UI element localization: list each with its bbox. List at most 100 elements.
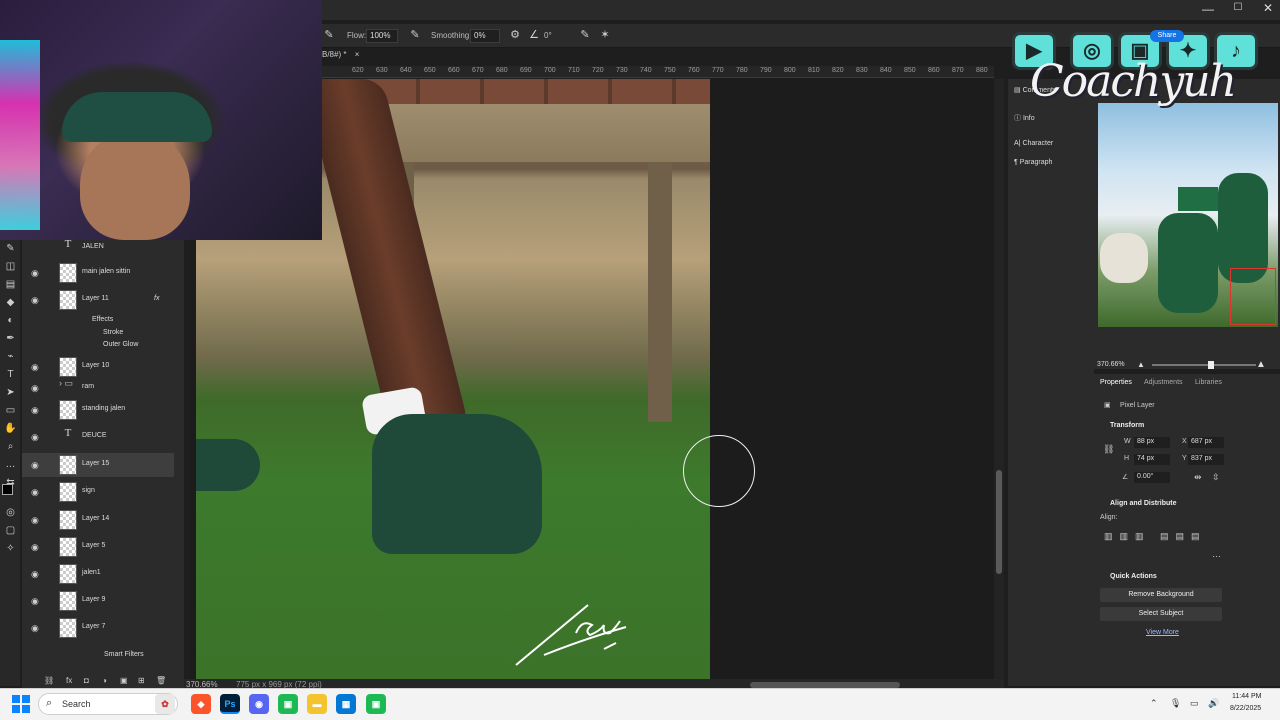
brave-icon[interactable]: ◆ <box>191 694 211 714</box>
layer-name[interactable]: JALEN <box>82 243 104 250</box>
app-icon[interactable]: ▣ <box>278 694 298 714</box>
more-align-icon[interactable]: … <box>1212 549 1221 559</box>
layer-name[interactable]: Layer 7 <box>82 623 105 630</box>
eye-icon[interactable]: ◉ <box>31 596 41 606</box>
remove-background-button[interactable]: Remove Background <box>1100 588 1222 602</box>
new-layer-icon[interactable]: ⊞ <box>138 676 145 685</box>
eye-icon[interactable]: ◉ <box>31 623 41 633</box>
zoom-out-icon[interactable]: ▲ <box>1137 360 1145 369</box>
layer-name[interactable]: standing jalen <box>82 405 125 412</box>
smoothing-input[interactable]: 0% <box>470 29 500 43</box>
x-field[interactable]: 687 px <box>1188 437 1224 448</box>
vertical-scrollbar[interactable] <box>994 79 1004 679</box>
fx-icon[interactable]: fx <box>66 676 72 685</box>
layer-name[interactable]: DEUCE <box>82 432 107 439</box>
symmetry-icon[interactable]: ✶ <box>598 28 612 42</box>
clock-date[interactable]: 8/22/2025 <box>1230 705 1261 712</box>
transform-heading[interactable]: Transform <box>1110 422 1144 429</box>
tab-properties[interactable]: Properties <box>1100 379 1132 386</box>
effect-outer-glow[interactable]: Outer Glow <box>103 341 138 348</box>
layer-name[interactable]: Layer 15 <box>82 460 109 467</box>
hand-tool-icon[interactable]: ✋ <box>4 422 17 435</box>
network-icon[interactable]: ▭ <box>1190 698 1199 709</box>
pen-tool-icon[interactable]: ⌁ <box>4 350 17 363</box>
effect-stroke[interactable]: Stroke <box>103 329 123 336</box>
flip-vertical-icon[interactable]: ⇳ <box>1212 472 1220 483</box>
layer-row[interactable]: ◉ Layer 11 fx <box>22 288 174 312</box>
adjustment-icon[interactable]: ◑ <box>102 676 107 685</box>
flip-horizontal-icon[interactable]: ⇹ <box>1194 472 1202 483</box>
layer-row[interactable]: ◉ Layer 9 <box>22 589 174 613</box>
smart-filters-label[interactable]: Smart Filters <box>104 651 144 658</box>
layer-name[interactable]: Layer 11 <box>82 295 109 302</box>
layer-name[interactable]: Layer 5 <box>82 542 105 549</box>
path-selection-icon[interactable]: ➤ <box>4 386 17 399</box>
layer-row[interactable]: ◉ Layer 15 <box>22 453 174 477</box>
layer-row[interactable]: ◉ › ▭ ram <box>22 376 174 400</box>
brush-pressure-icon[interactable]: ✎ <box>322 28 336 42</box>
select-subject-button[interactable]: Select Subject <box>1100 607 1222 621</box>
layer-name[interactable]: Layer 10 <box>82 362 109 369</box>
panel-character[interactable]: A| Character <box>1014 140 1053 147</box>
clock-time[interactable]: 11:44 PM <box>1232 693 1261 700</box>
windows-start-icon[interactable] <box>12 695 30 713</box>
layer-name[interactable]: Layer 14 <box>82 515 109 522</box>
volume-icon[interactable]: 🔊 <box>1208 698 1219 709</box>
navigator-zoom-slider[interactable] <box>1152 364 1256 366</box>
eraser-tool-icon[interactable]: ◫ <box>4 260 17 273</box>
document-tab[interactable]: B/8#) * × <box>322 50 442 64</box>
eye-icon[interactable]: ◉ <box>31 405 41 415</box>
layer-row[interactable]: ◉ sign <box>22 480 174 504</box>
eye-icon[interactable]: ◉ <box>31 383 41 393</box>
group-icon[interactable]: ▣ <box>120 676 128 685</box>
zoom-in-icon[interactable]: ▲ <box>1256 359 1266 370</box>
vertical-scroll-thumb[interactable] <box>996 470 1002 574</box>
eye-icon[interactable]: ◉ <box>31 268 41 278</box>
layer-row[interactable]: ◉ Layer 7 <box>22 616 174 640</box>
layer-row[interactable]: ◉ main jalen sittin <box>22 261 174 285</box>
gradient-tool-icon[interactable]: ▤ <box>4 278 17 291</box>
layer-name[interactable]: main jalen sittin <box>82 268 130 275</box>
layer-row[interactable]: ◉ standing jalen <box>22 398 174 422</box>
link-proportions-icon[interactable]: ⛓ <box>1103 444 1114 455</box>
layer-name[interactable]: Layer 9 <box>82 596 105 603</box>
rotation-field[interactable]: 0.00° <box>1134 472 1170 483</box>
quick-actions-heading[interactable]: Quick Actions <box>1110 573 1157 580</box>
angle-value[interactable]: 0° <box>544 31 552 40</box>
maximize-icon[interactable]: ☐ <box>1230 2 1246 18</box>
eye-icon[interactable]: ◉ <box>31 432 41 442</box>
eye-icon[interactable]: ◉ <box>31 487 41 497</box>
rectangle-tool-icon[interactable]: ▭ <box>4 404 17 417</box>
eye-icon[interactable]: ◉ <box>31 362 41 372</box>
effects-label[interactable]: Effects <box>92 316 113 323</box>
store-icon[interactable]: ▦ <box>336 694 356 714</box>
width-field[interactable]: 88 px <box>1134 437 1170 448</box>
mask-icon[interactable]: ◘ <box>84 676 89 685</box>
eye-icon[interactable]: ◉ <box>31 460 41 470</box>
align-icons[interactable]: ▥▥▥ ▤▤▤ <box>1104 531 1207 542</box>
airbrush-icon[interactable]: ✎ <box>408 28 422 42</box>
align-distribute-heading[interactable]: Align and Distribute <box>1110 500 1177 507</box>
eye-icon[interactable]: ◉ <box>31 569 41 579</box>
close-icon[interactable]: ✕ <box>1260 1 1276 17</box>
file-explorer-icon[interactable]: ▬ <box>307 694 327 714</box>
brush-tool-icon[interactable]: ✎ <box>4 242 17 255</box>
microphone-icon[interactable]: 🎙 <box>1170 698 1181 709</box>
minimize-icon[interactable]: — <box>1200 2 1216 18</box>
layer-name[interactable]: ram <box>82 383 94 390</box>
y-field[interactable]: 837 px <box>1188 454 1224 465</box>
link-layers-icon[interactable]: ⛓ <box>44 676 54 685</box>
navigator-zoom-knob[interactable] <box>1208 361 1214 369</box>
document-tab-close-icon[interactable]: × <box>355 50 360 59</box>
dodge-tool-icon[interactable]: ◐ <box>4 314 17 327</box>
quick-mask-icon[interactable]: ◎ <box>4 506 17 519</box>
eye-icon[interactable]: ◉ <box>31 515 41 525</box>
gear-icon[interactable]: ⚙ <box>508 28 522 42</box>
trash-icon[interactable]: 🗑 <box>156 676 166 685</box>
share-button[interactable]: Share <box>1150 30 1184 42</box>
eye-icon[interactable]: ◉ <box>31 295 41 305</box>
layer-row[interactable]: ◉ jalen1 <box>22 562 174 586</box>
layer-name[interactable]: jalen1 <box>82 569 101 576</box>
navigator-zoom-value[interactable]: 370.66% <box>1097 361 1125 368</box>
widgets-icon[interactable]: ✿ <box>155 694 175 714</box>
